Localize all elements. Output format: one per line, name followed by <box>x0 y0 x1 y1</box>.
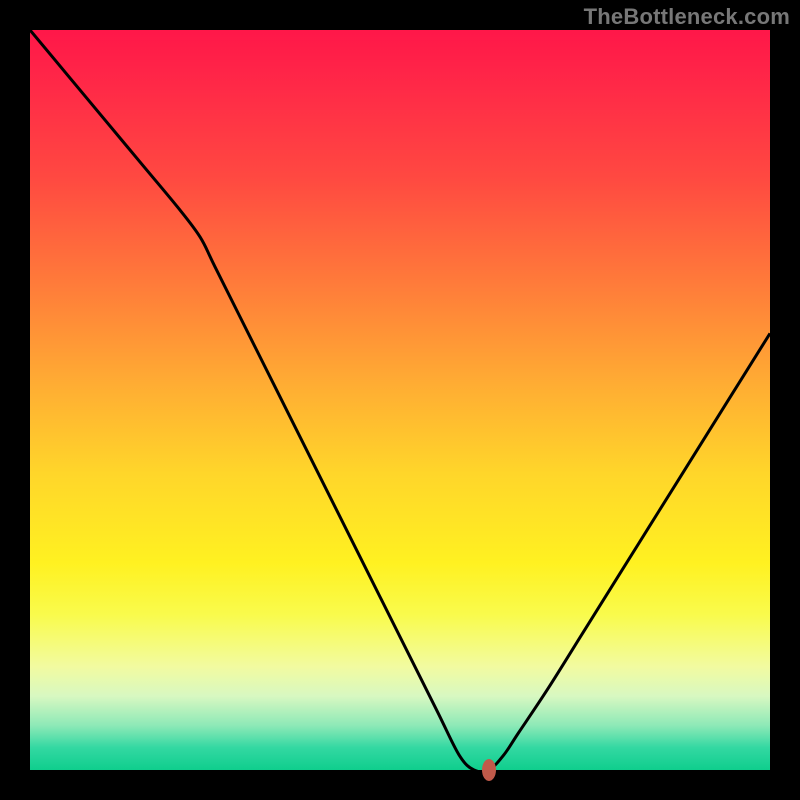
chart-frame: TheBottleneck.com <box>0 0 800 800</box>
curve-path <box>30 30 770 770</box>
bottleneck-curve <box>30 30 770 770</box>
optimum-marker <box>482 759 496 781</box>
attribution-text: TheBottleneck.com <box>584 4 790 30</box>
